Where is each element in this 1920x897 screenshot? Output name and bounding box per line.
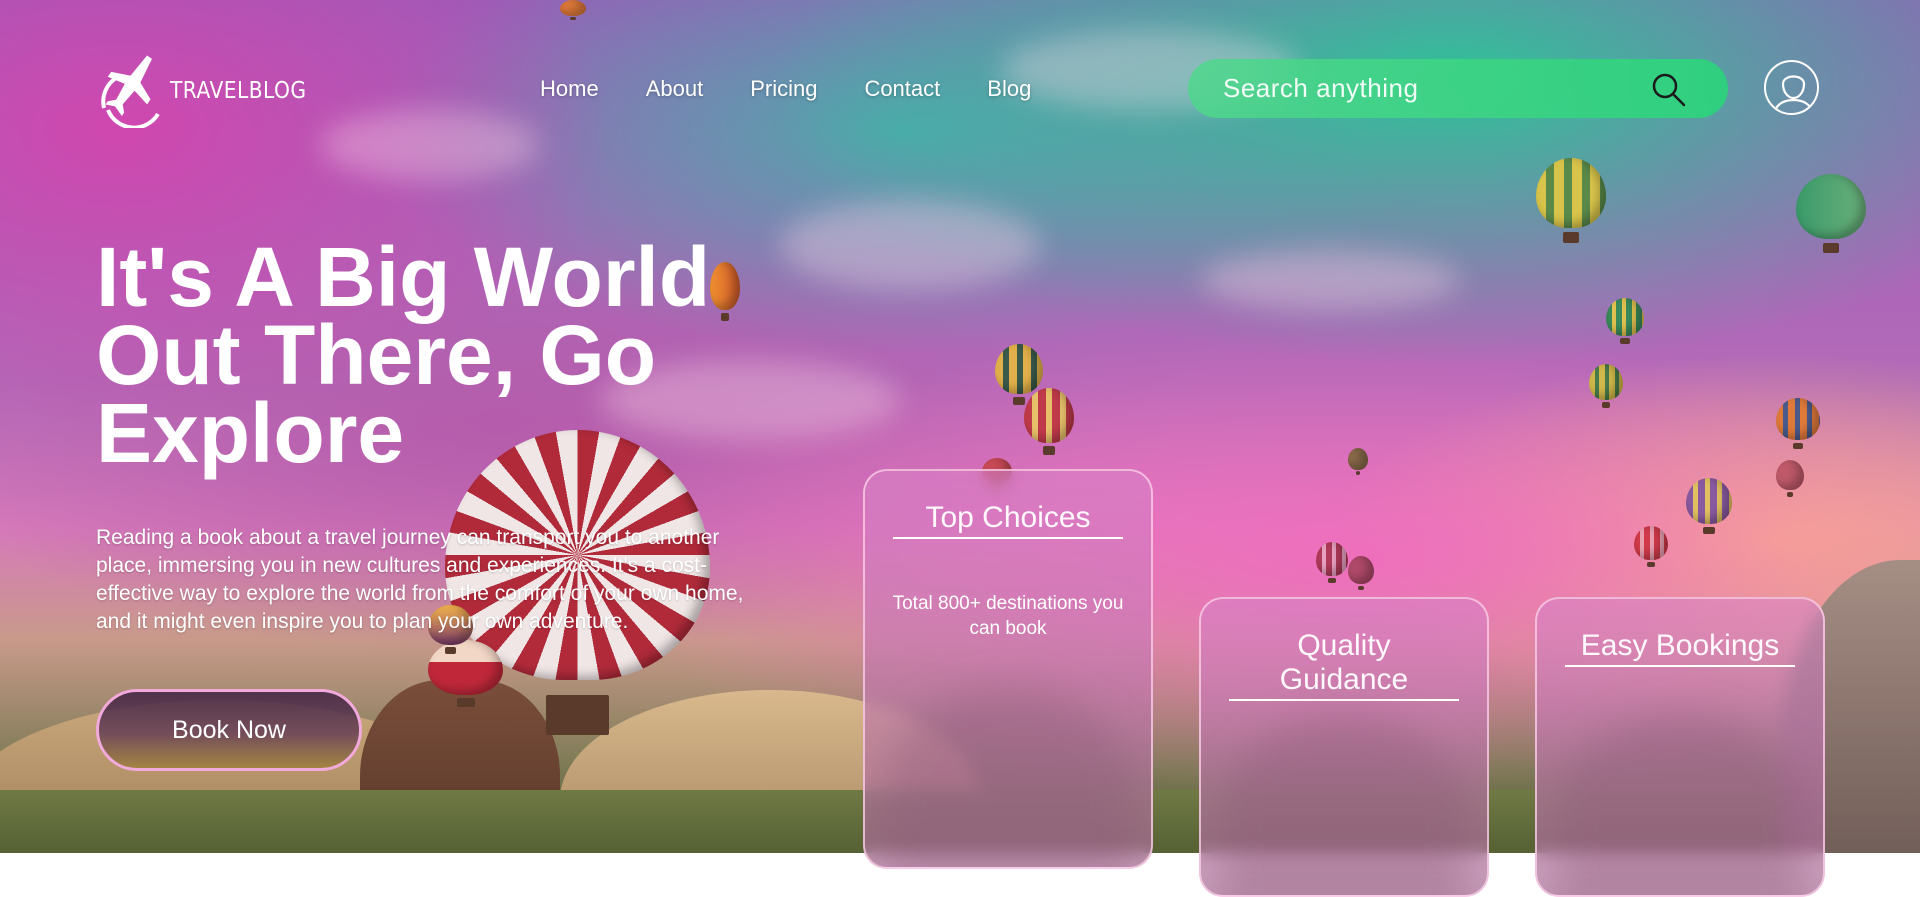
card-background-blur: [885, 687, 1131, 867]
hot-air-balloon: [1776, 460, 1804, 497]
card-top-choices[interactable]: Top Choices Total 800+ destinations you …: [863, 469, 1153, 869]
card-title: Easy Bookings: [1565, 629, 1795, 667]
logo-text: TRAVELBLOG: [170, 77, 307, 104]
hot-air-balloon: [1348, 448, 1368, 475]
card-title: Quality Guidance: [1229, 629, 1459, 701]
card-quality-guidance[interactable]: Quality Guidance: [1199, 597, 1489, 897]
hot-air-balloon: [1634, 526, 1668, 568]
main-nav: Home About Pricing Contact Blog: [540, 76, 1078, 102]
search-bar: [1188, 59, 1728, 118]
card-background-blur: [1221, 715, 1467, 895]
nav-blog[interactable]: Blog: [987, 76, 1031, 102]
book-now-button[interactable]: Book Now: [96, 689, 362, 771]
hot-air-balloon: [1348, 556, 1374, 591]
hot-air-balloon: [1316, 542, 1348, 584]
card-easy-bookings[interactable]: Easy Bookings: [1535, 597, 1825, 897]
hero-title: It's A Big World Out There, Go Explore: [96, 230, 711, 480]
hot-air-balloon: [428, 640, 503, 708]
nav-home[interactable]: Home: [540, 76, 599, 102]
nav-pricing[interactable]: Pricing: [750, 76, 817, 102]
hot-air-balloon: [560, 0, 586, 20]
plane-globe-icon: [98, 48, 162, 133]
hot-air-balloon: [1686, 478, 1732, 535]
hero-description: Reading a book about a travel journey ca…: [96, 526, 744, 633]
nav-about[interactable]: About: [646, 76, 704, 102]
hot-air-balloon: [1796, 174, 1866, 254]
site-logo[interactable]: TRAVELBLOG: [98, 48, 325, 133]
user-avatar-icon[interactable]: [1764, 60, 1819, 115]
hot-air-balloon: [995, 344, 1043, 405]
cloud: [780, 200, 1040, 290]
hot-air-balloon: [1589, 364, 1623, 408]
hot-air-balloon: [1024, 388, 1074, 456]
card-background-blur: [1557, 715, 1803, 895]
nav-contact[interactable]: Contact: [864, 76, 940, 102]
search-icon[interactable]: [1650, 71, 1688, 114]
cloud: [320, 110, 540, 180]
card-title: Top Choices: [893, 501, 1123, 539]
hot-air-balloon: [1606, 298, 1644, 345]
hot-air-balloon: [1776, 398, 1820, 450]
hot-air-balloon: [1536, 158, 1606, 244]
cloud: [1200, 250, 1460, 310]
card-text: Total 800+ destinations you can book: [892, 593, 1124, 639]
search-input[interactable]: [1221, 72, 1645, 105]
